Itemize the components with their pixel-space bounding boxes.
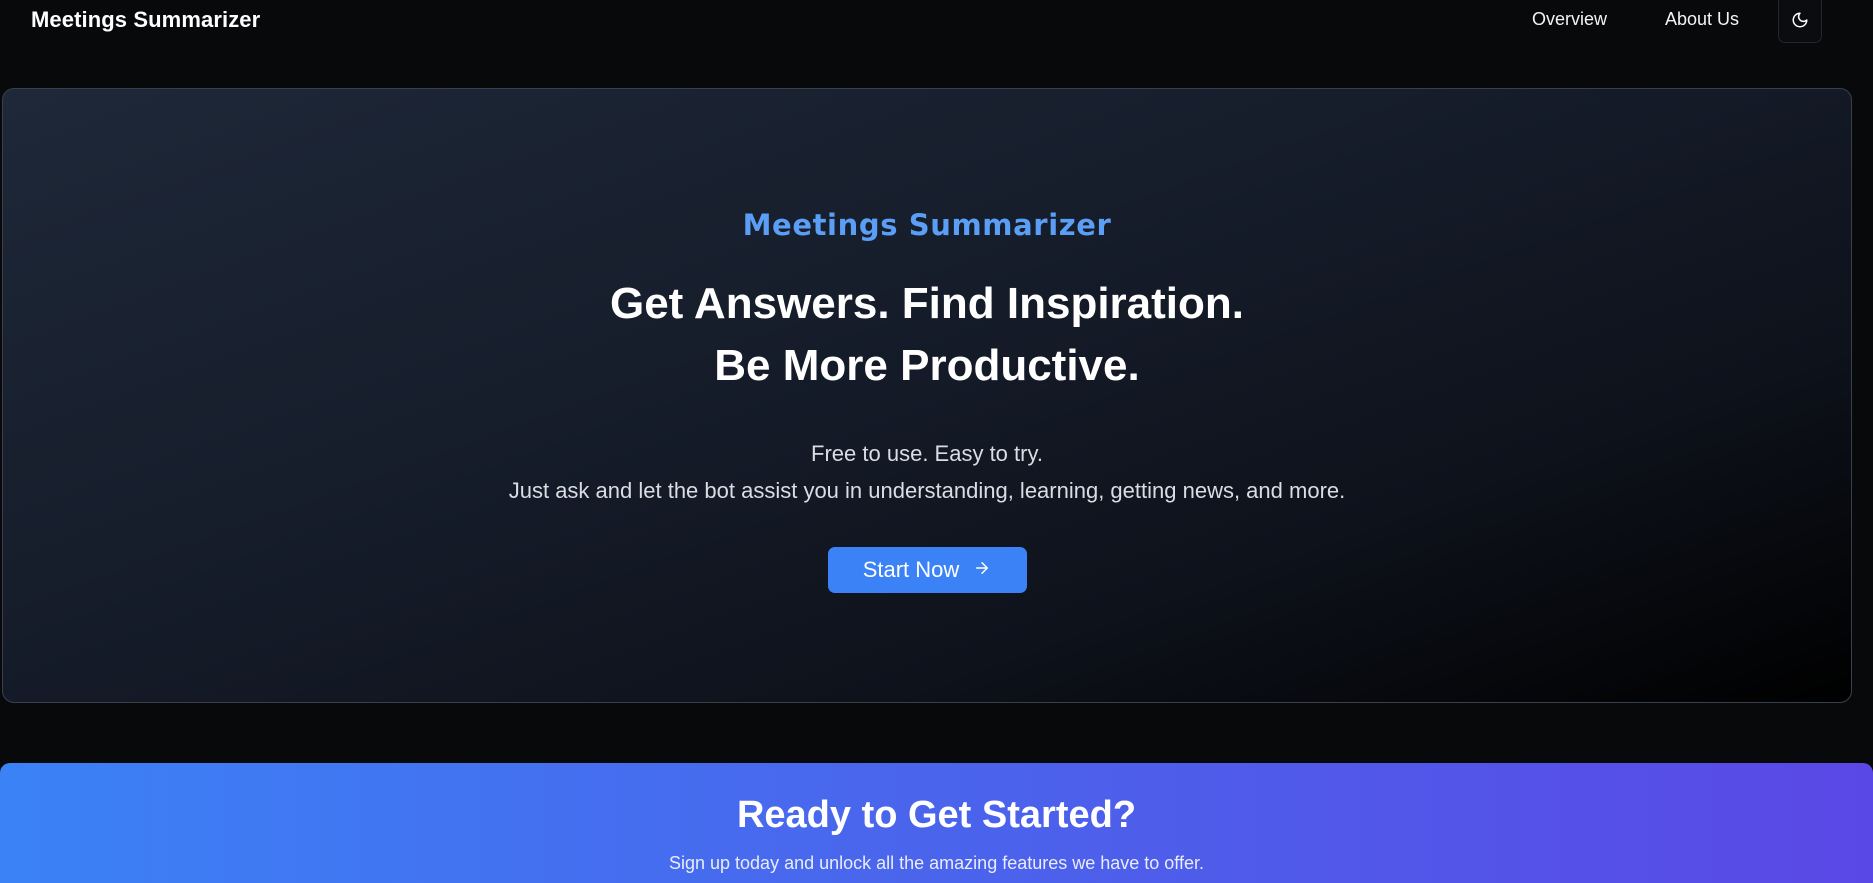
hero-subtitle: Free to use. Easy to try. Just ask and l… [3, 435, 1851, 509]
get-started-title: Ready to Get Started? [736, 794, 1137, 836]
get-started-section: Ready to Get Started? Sign up today and … [0, 763, 1873, 883]
top-navbar: Meetings Summarizer Overview About Us [0, 0, 1873, 44]
arrow-right-icon [973, 557, 991, 583]
get-started-text: Sign up today and unlock all the amazing… [668, 853, 1205, 873]
moon-icon [1791, 11, 1809, 32]
start-now-label: Start Now [862, 557, 960, 582]
nav-link-about-us[interactable]: About Us [1665, 9, 1739, 30]
hero-section: Meetings Summarizer Get Answers. Find In… [2, 88, 1852, 703]
hero-title-line-2: Be More Productive. [714, 341, 1140, 390]
brand-logo-text[interactable]: Meetings Summarizer [31, 7, 260, 33]
theme-toggle-button[interactable] [1778, 0, 1822, 43]
nav-link-overview[interactable]: Overview [1532, 9, 1607, 30]
hero-content: Meetings Summarizer Get Answers. Find In… [3, 205, 1851, 593]
hero-kicker: Meetings Summarizer [742, 208, 1112, 242]
start-now-button[interactable]: Start Now [827, 547, 1027, 593]
hero-subtitle-line-1: Free to use. Easy to try. [811, 441, 1043, 466]
hero-title: Get Answers. Find Inspiration. Be More P… [3, 273, 1851, 397]
hero-subtitle-line-2: Just ask and let the bot assist you in u… [508, 478, 1346, 503]
hero-title-line-1: Get Answers. Find Inspiration. [609, 279, 1244, 328]
